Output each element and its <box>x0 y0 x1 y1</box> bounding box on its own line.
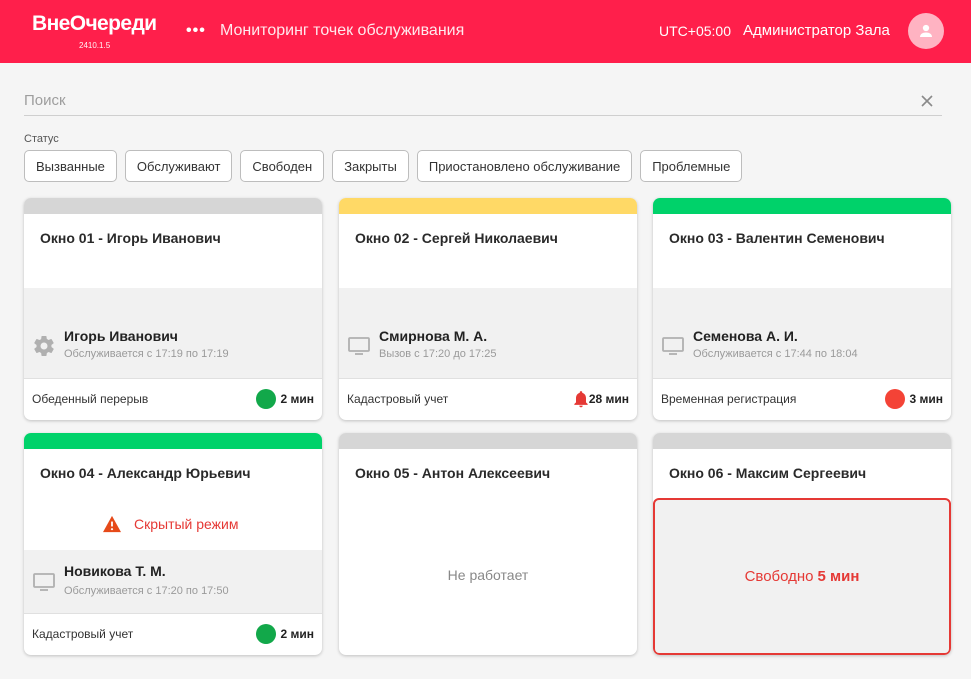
free-status-panel: Свободно 5 мин <box>653 498 951 655</box>
window-card[interactable]: Окно 06 - Максим Сергеевич Свободно 5 ми… <box>653 433 951 655</box>
operator-name: Семенова А. И. <box>693 328 798 344</box>
app-version: 2410.1.5 <box>79 41 111 50</box>
chip-serving[interactable]: Обслуживают <box>124 150 233 182</box>
inactive-status: Не работает <box>447 567 529 583</box>
status-filter-label: Статус <box>24 133 59 145</box>
avatar[interactable] <box>908 13 944 49</box>
free-label: Свободно <box>744 568 814 585</box>
chip-problem[interactable]: Проблемные <box>640 150 743 182</box>
status-filter-chips: Вызванные Обслуживают Свободен Закрыты П… <box>24 150 743 182</box>
operator-name: Новикова Т. М. <box>64 563 166 579</box>
status-bar <box>653 433 951 449</box>
search-bar <box>24 86 942 116</box>
green-status-dot <box>256 389 276 409</box>
card-footer: Обеденный перерыв 2 мин <box>24 378 322 420</box>
operator-name: Смирнова М. А. <box>379 328 488 344</box>
service-name: Временная регистрация <box>661 392 797 406</box>
window-card[interactable]: Окно 03 - Валентин Семенович Семенова А.… <box>653 198 951 420</box>
brand-logo[interactable]: ВнеОчереди <box>32 12 157 36</box>
monitor-icon <box>348 337 370 355</box>
status-bar <box>653 198 951 214</box>
window-title: Окно 06 - Максим Сергеевич <box>669 465 867 481</box>
service-time: Обслуживается с 17:44 по 18:04 <box>693 348 858 360</box>
search-input[interactable] <box>24 86 904 114</box>
gear-icon <box>34 335 54 357</box>
window-title: Окно 03 - Валентин Семенович <box>669 230 885 246</box>
chip-free[interactable]: Свободен <box>240 150 325 182</box>
window-card[interactable]: Окно 02 - Сергей Николаевич Смирнова М. … <box>339 198 637 420</box>
window-title: Окно 04 - Александр Юрьевич <box>40 465 251 481</box>
operator-panel: Смирнова М. А. Вызов с 17:20 до 17:25 <box>339 288 637 378</box>
window-card[interactable]: Окно 04 - Александр Юрьевич Скрытый режи… <box>24 433 322 655</box>
status-bar <box>24 198 322 214</box>
operator-name: Игорь Иванович <box>64 328 178 344</box>
card-footer: Кадастровый учет 2 мин <box>24 613 322 655</box>
red-status-dot <box>885 389 905 409</box>
person-icon <box>920 24 932 37</box>
hidden-mode-warning: Скрытый режим <box>102 515 239 533</box>
monitor-icon <box>662 337 684 355</box>
window-title: Окно 01 - Игорь Иванович <box>40 230 221 246</box>
operator-panel: Новикова Т. М. Обслуживается с 17:20 по … <box>24 550 322 613</box>
card-footer: Временная регистрация 3 мин <box>653 378 951 420</box>
warning-icon <box>103 515 121 533</box>
duration: 2 мин <box>280 627 314 641</box>
status-bar <box>339 198 637 214</box>
page-title: Мониторинг точек обслуживания <box>220 22 465 39</box>
operator-panel: Игорь Иванович Обслуживается с 17:19 по … <box>24 288 322 378</box>
status-bar <box>24 433 322 449</box>
window-title: Окно 05 - Антон Алексеевич <box>355 465 551 481</box>
window-title: Окно 02 - Сергей Николаевич <box>355 230 558 246</box>
duration: 28 мин <box>588 392 629 406</box>
window-card[interactable]: Окно 05 - Антон Алексеевич Не работает <box>339 433 637 655</box>
user-name[interactable]: Администратор Зала <box>743 22 890 39</box>
free-duration: 5 мин <box>817 568 860 585</box>
card-footer: Кадастровый учет 28 мин <box>339 378 637 420</box>
hidden-mode-label: Скрытый режим <box>134 516 239 532</box>
service-name: Кадастровый учет <box>347 392 449 406</box>
service-time: Обслуживается с 17:20 по 17:50 <box>64 585 229 597</box>
chip-paused[interactable]: Приостановлено обслуживание <box>416 150 633 182</box>
service-name: Обеденный перерыв <box>32 392 149 406</box>
service-time: Обслуживается с 17:19 по 17:19 <box>64 348 229 360</box>
chip-called[interactable]: Вызванные <box>24 150 117 182</box>
service-time: Вызов с 17:20 до 17:25 <box>379 348 497 360</box>
close-icon[interactable] <box>920 94 934 108</box>
duration: 3 мин <box>909 392 943 406</box>
green-status-dot <box>256 624 276 644</box>
status-bar <box>339 433 637 449</box>
top-app-bar: ВнеОчереди 2410.1.5 ••• Мониторинг точек… <box>0 0 971 63</box>
operator-panel: Семенова А. И. Обслуживается с 17:44 по … <box>653 288 951 378</box>
chip-closed[interactable]: Закрыты <box>332 150 409 182</box>
timezone-label: UTC+05:00 <box>659 23 731 39</box>
more-menu-icon[interactable]: ••• <box>186 22 206 40</box>
service-name: Кадастровый учет <box>32 627 134 641</box>
window-card[interactable]: Окно 01 - Игорь Иванович Игорь Иванович … <box>24 198 322 420</box>
monitor-icon <box>33 573 55 591</box>
duration: 2 мин <box>280 392 314 406</box>
